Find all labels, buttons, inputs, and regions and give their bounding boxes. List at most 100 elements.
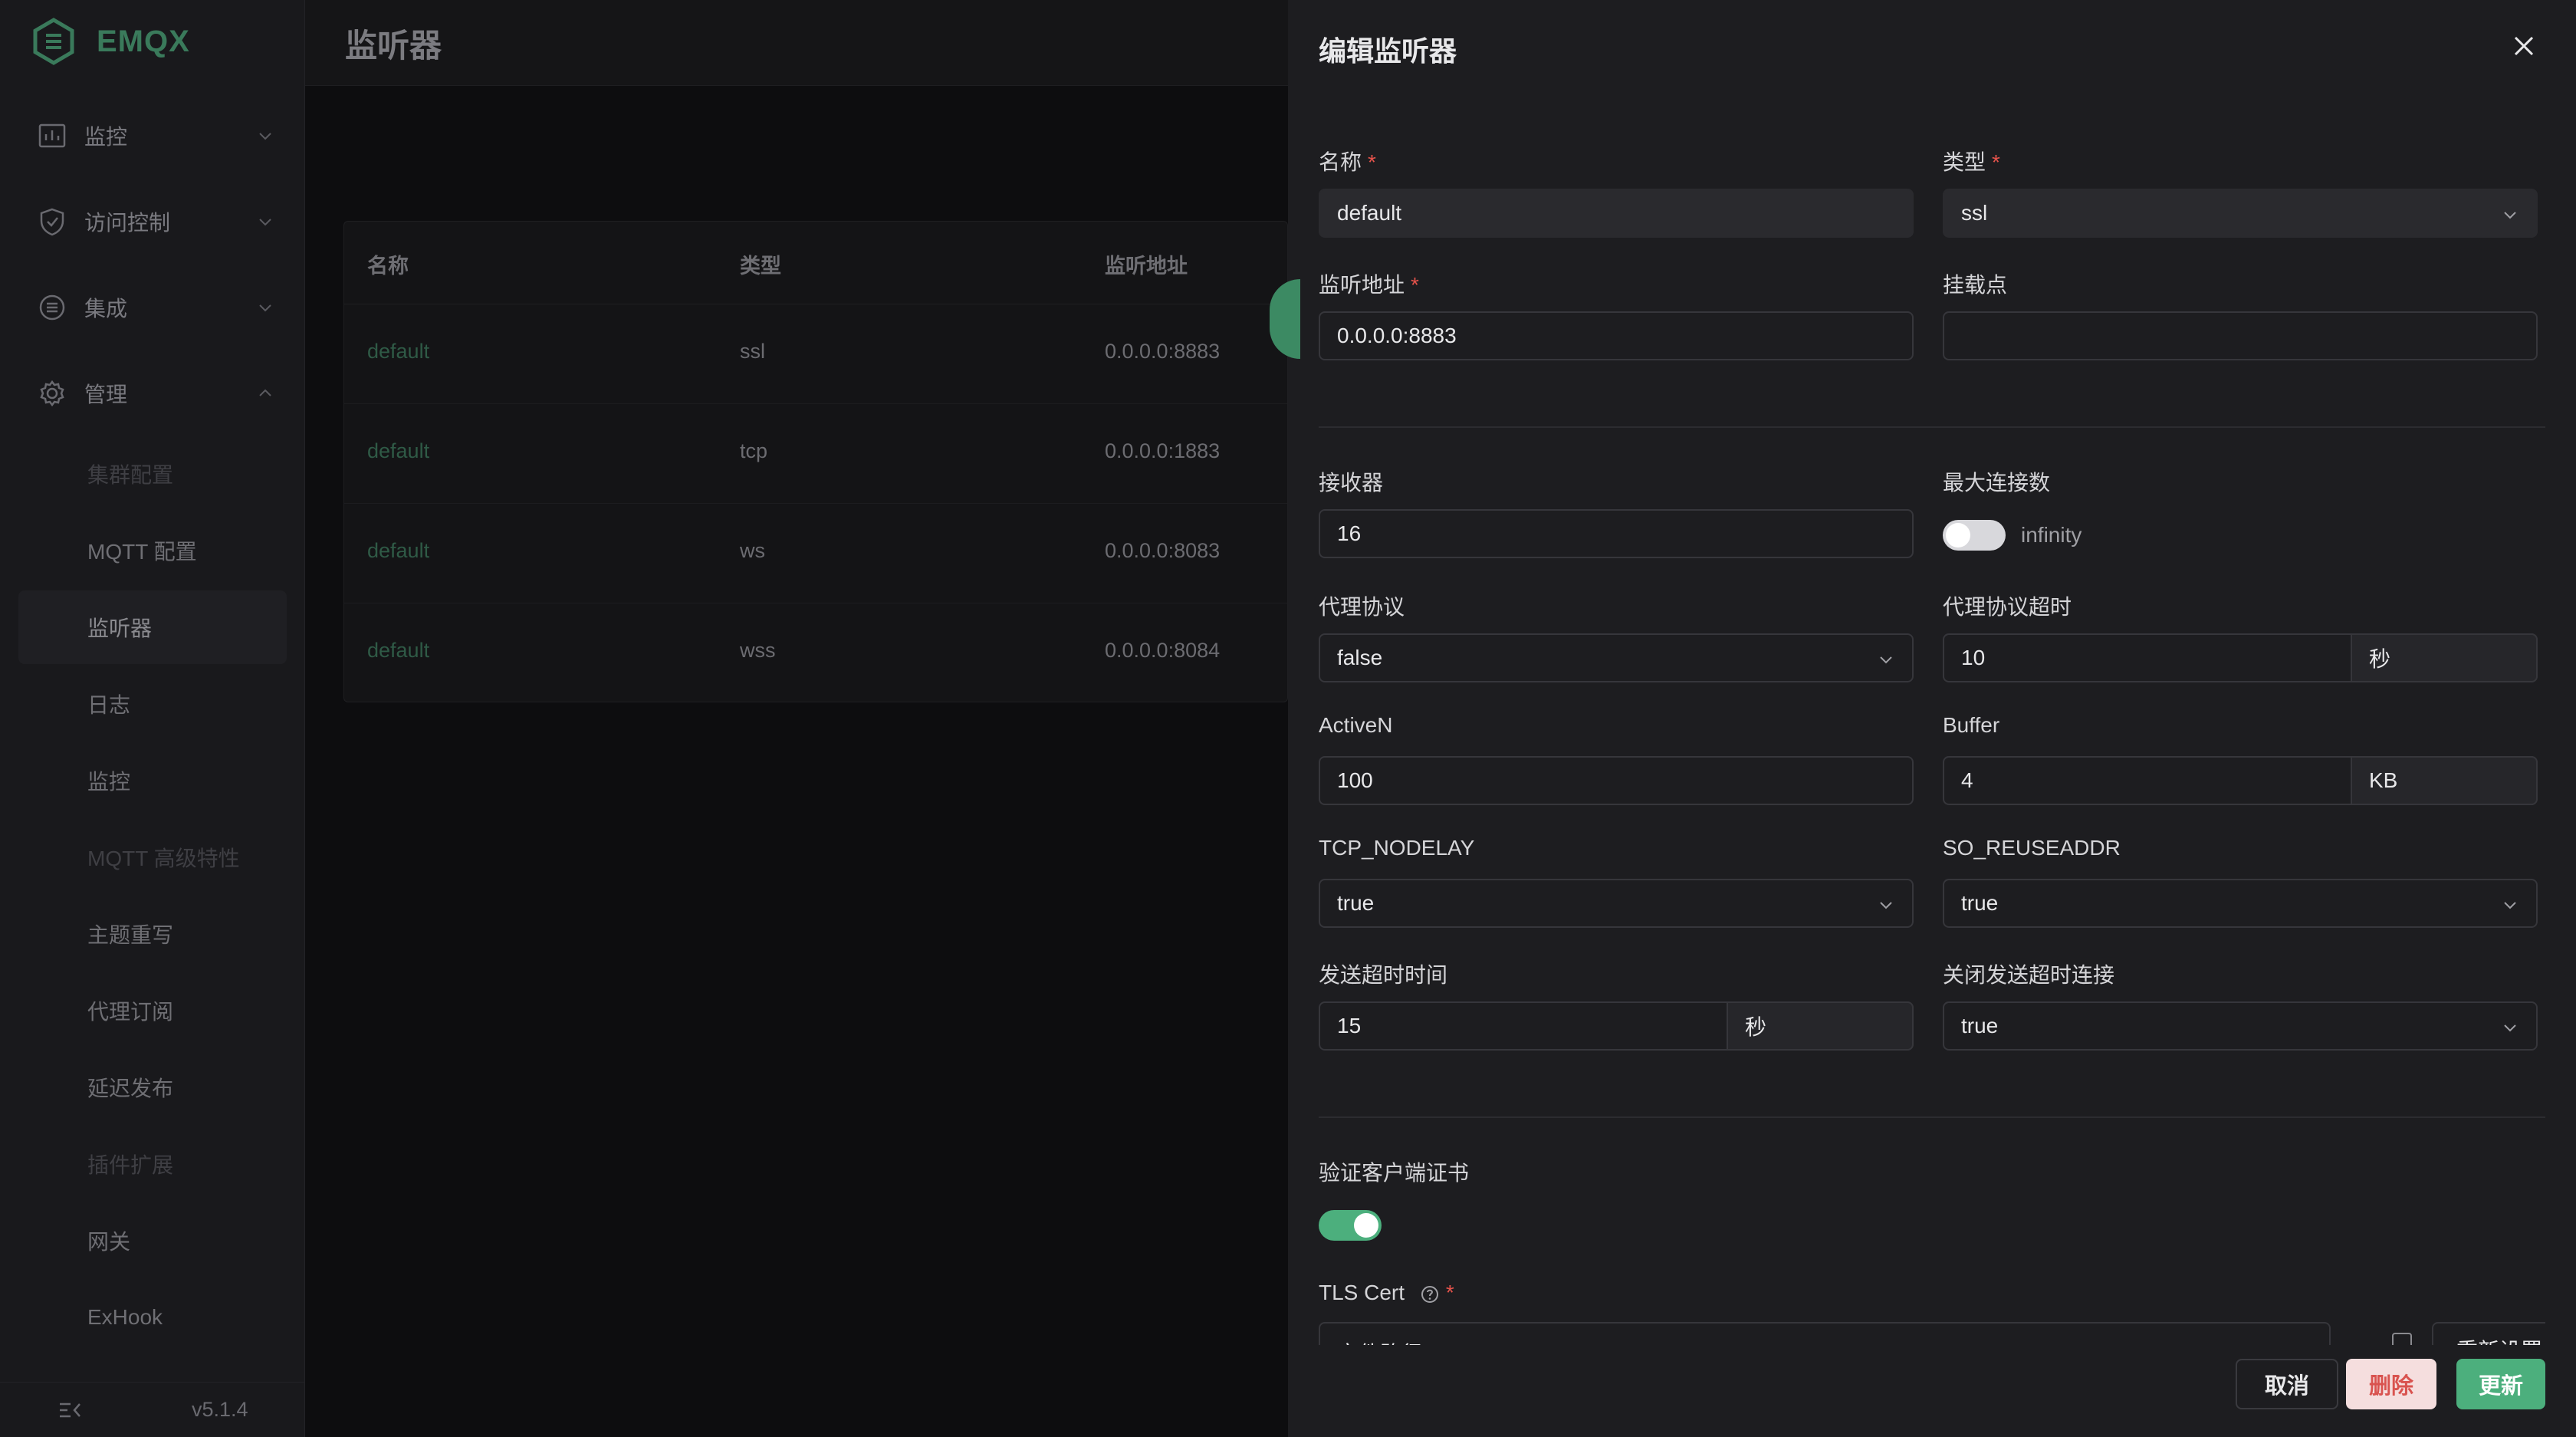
so-reuseaddr-value: true — [1961, 891, 1999, 915]
chevron-down-icon — [2504, 212, 2516, 219]
top-bar — [305, 0, 1288, 86]
table-row: default tcp 0.0.0.0:1883 — [344, 404, 1287, 504]
listener-type: ssl — [740, 340, 765, 363]
column-header-type: 类型 — [740, 255, 781, 278]
reset-cert-button[interactable]: 重新设置 — [2432, 1322, 2545, 1345]
proxy-protocol-timeout-value: 10 — [1961, 646, 1986, 669]
nav-group-monitoring[interactable]: 监控 — [0, 109, 305, 163]
drawer-footer: 取消 删除 更新 — [1288, 1345, 2576, 1437]
shield-icon — [40, 208, 64, 236]
send-timeout-close-select[interactable]: true — [1943, 1001, 2538, 1051]
acceptors-label: 接收器 — [1319, 471, 1384, 495]
mountpoint-label: 挂载点 — [1943, 273, 2008, 297]
unit-suffix: 秒 — [2351, 633, 2538, 682]
activen-field[interactable]: 100 — [1319, 756, 1914, 805]
unit-suffix: KB — [2351, 756, 2538, 805]
bind-label: 监听地址 * — [1319, 273, 1419, 297]
nav-group-integration[interactable]: 集成 — [0, 281, 305, 334]
listener-name-link[interactable]: default — [367, 340, 429, 363]
listener-type: tcp — [740, 439, 768, 462]
name-label: 名称 * — [1319, 150, 1376, 174]
cancel-button[interactable]: 取消 — [2236, 1359, 2338, 1409]
sidebar-item-mqtt-config[interactable]: MQTT 配置 — [18, 514, 287, 587]
tls-cert-checkbox[interactable] — [2392, 1333, 2412, 1345]
version-label: v5.1.4 — [192, 1398, 248, 1421]
buffer-field[interactable]: 4 KB — [1943, 756, 2538, 805]
send-timeout-close-label: 关闭发送超时连接 — [1943, 963, 2115, 987]
listener-name-link[interactable]: default — [367, 639, 429, 663]
table-row: default ssl 0.0.0.0:8883 — [344, 304, 1287, 404]
listener-bind: 0.0.0.0:8084 — [1105, 639, 1221, 662]
send-timeout-field[interactable]: 15 秒 — [1319, 1001, 1914, 1051]
listener-bind: 0.0.0.0:8883 — [1105, 340, 1221, 363]
sidebar-item-topic-rewrite[interactable]: 主题重写 — [18, 897, 287, 971]
nav-group-access-control[interactable]: 访问控制 — [0, 195, 305, 248]
listener-name-link[interactable]: default — [367, 439, 429, 463]
bind-field[interactable]: 0.0.0.0:8883 — [1319, 311, 1914, 360]
toggle-knob — [1946, 523, 1970, 548]
chevron-down-icon — [2504, 902, 2516, 909]
verify-peer-label: 验证客户端证书 — [1319, 1161, 1470, 1185]
section-divider — [1319, 1116, 2545, 1118]
acceptors-field[interactable]: 16 — [1319, 509, 1914, 558]
proxy-protocol-label: 代理协议 — [1319, 595, 1405, 619]
max-connections-toggle[interactable] — [1943, 520, 2006, 551]
activen-label: ActiveN — [1319, 713, 1393, 737]
listener-bind: 0.0.0.0:8083 — [1105, 539, 1221, 562]
sidebar-item-mqtt-advanced[interactable]: MQTT 高级特性 — [18, 820, 287, 894]
tls-cert-row: 文件路径 /opt/emqx/etc/certs/default/cert-DE… — [1319, 1322, 2545, 1345]
name-field[interactable]: default — [1319, 189, 1914, 238]
dashboard-icon — [38, 123, 66, 148]
update-button[interactable]: 更新 — [2456, 1359, 2545, 1409]
proxy-protocol-value: false — [1337, 646, 1383, 669]
page-title: 监听器 — [345, 28, 442, 64]
table-header: 名称 类型 监听地址 — [344, 222, 1287, 304]
listener-name-link[interactable]: default — [367, 539, 429, 563]
help-icon[interactable] — [1420, 1284, 1440, 1304]
tls-cert-field[interactable]: 文件路径 /opt/emqx/etc/certs/default/cert-DE… — [1319, 1322, 2331, 1345]
tls-cert-label: TLS Cert * — [1319, 1281, 1454, 1304]
sidebar-item-cluster-config[interactable]: 集群配置 — [18, 437, 287, 511]
type-select-value: ssl — [1961, 201, 1988, 225]
sidebar-item-delayed-publish[interactable]: 延迟发布 — [18, 1051, 287, 1124]
sidebar-item-logs[interactable]: 日志 — [18, 667, 287, 741]
delete-button[interactable]: 删除 — [2346, 1359, 2436, 1409]
drawer-title: 编辑监听器 — [1319, 35, 1457, 67]
table-row: default wss 0.0.0.0:8084 — [344, 603, 1287, 703]
emqx-logo-icon — [33, 18, 74, 65]
proxy-protocol-timeout-field[interactable]: 10 秒 — [1943, 633, 2538, 682]
proxy-protocol-select[interactable]: false — [1319, 633, 1914, 682]
edit-listener-drawer: 编辑监听器 名称 * default 类型 * ssl 监听地址 * 0.0.0.0:… — [1288, 0, 2576, 1437]
tcp-nodelay-select[interactable]: true — [1319, 879, 1914, 928]
nav-group-label: 管理 — [84, 383, 128, 406]
brand-name: EMQX — [97, 24, 190, 58]
sidebar-item-listeners[interactable]: 监听器 — [18, 590, 287, 664]
send-timeout-label: 发送超时时间 — [1319, 963, 1448, 987]
sidebar-footer: v5.1.4 — [0, 1382, 305, 1437]
sidebar-item-exhook[interactable]: ExHook — [18, 1281, 287, 1354]
tcp-nodelay-value: true — [1337, 891, 1375, 915]
listeners-table: 名称 类型 监听地址 default ssl 0.0.0.0:8883 defa… — [343, 221, 1288, 702]
sidebar-item-auto-subscribe[interactable]: 代理订阅 — [18, 974, 287, 1047]
toggle-knob — [1354, 1213, 1378, 1238]
collapse-sidebar-icon[interactable] — [55, 1395, 86, 1425]
verify-peer-toggle[interactable] — [1319, 1210, 1382, 1241]
column-header-name: 名称 — [367, 255, 409, 278]
sidebar-item-gateway[interactable]: 网关 — [18, 1204, 287, 1278]
mountpoint-field[interactable] — [1943, 311, 2538, 360]
emqx-logo[interactable]: EMQX — [29, 17, 190, 66]
nav-group-management[interactable]: 管理 — [0, 367, 305, 420]
so-reuseaddr-select[interactable]: true — [1943, 879, 2538, 928]
gear-icon — [40, 380, 64, 407]
type-select[interactable]: ssl — [1943, 189, 2538, 238]
so-reuseaddr-label: SO_REUSEADDR — [1943, 836, 2121, 860]
tcp-nodelay-label: TCP_NODELAY — [1319, 836, 1475, 860]
unit-suffix: 秒 — [1727, 1001, 1914, 1051]
send-timeout-value: 15 — [1337, 1014, 1362, 1037]
type-label: 类型 * — [1943, 150, 2000, 174]
sidebar-item-monitoring[interactable]: 监控 — [18, 744, 287, 817]
close-icon[interactable] — [2509, 31, 2539, 61]
sidebar-item-plugins[interactable]: 插件扩展 — [18, 1127, 287, 1201]
listener-bind: 0.0.0.0:1883 — [1105, 439, 1221, 462]
listener-type: wss — [740, 639, 776, 662]
